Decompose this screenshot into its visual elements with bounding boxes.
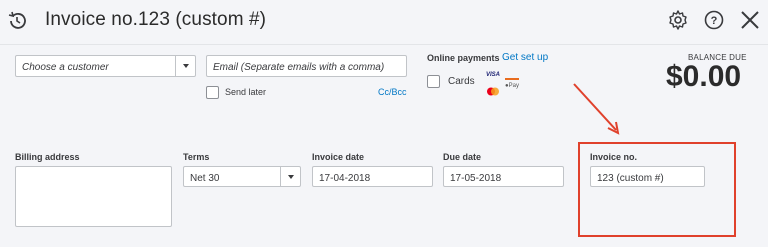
page-title: Invoice no.123 (custom #)	[45, 9, 267, 30]
clock-history-icon[interactable]	[6, 10, 28, 32]
gear-icon[interactable]	[667, 9, 689, 31]
visa-icon: VISA	[486, 72, 501, 78]
invoice-form: Choose a customer Email (Separate emails…	[0, 45, 768, 247]
terms-label: Terms	[183, 152, 210, 162]
close-icon[interactable]	[739, 9, 761, 31]
invoice-date-field[interactable]: 17-04-2018	[312, 166, 433, 187]
invoice-no-label: Invoice no.	[590, 152, 638, 162]
balance-due-amount: $0.00	[666, 60, 742, 93]
customer-placeholder: Choose a customer	[22, 62, 109, 73]
online-payments-label: Online payments	[427, 53, 500, 63]
due-date-label: Due date	[443, 152, 482, 162]
due-date-field[interactable]: 17-05-2018	[443, 166, 564, 187]
invoice-date-label: Invoice date	[312, 152, 365, 162]
invoice-header: Invoice no.123 (custom #) ?	[0, 0, 768, 45]
invoice-no-field[interactable]: 123 (custom #)	[590, 166, 705, 187]
terms-value: Net 30	[190, 173, 220, 184]
mastercard-icon	[486, 83, 500, 96]
billing-address-label: Billing address	[15, 152, 80, 162]
send-later-label: Send later	[225, 87, 267, 97]
send-later-checkbox[interactable]	[206, 86, 219, 99]
help-circle-icon[interactable]: ?	[703, 9, 725, 31]
terms-select[interactable]: Net 30	[183, 166, 301, 187]
cards-checkbox[interactable]	[427, 75, 440, 88]
customer-select[interactable]: Choose a customer	[15, 55, 196, 77]
invoice-no-value: 123 (custom #)	[597, 173, 664, 184]
apple-pay-icon: ●Pay	[505, 83, 519, 89]
svg-text:?: ?	[711, 15, 718, 27]
chevron-down-icon[interactable]	[175, 56, 195, 76]
email-placeholder: Email (Separate emails with a comma)	[213, 62, 385, 73]
get-set-up-link[interactable]: Get set up	[502, 52, 548, 63]
email-field[interactable]: Email (Separate emails with a comma)	[206, 55, 407, 77]
chevron-down-icon[interactable]	[280, 167, 300, 186]
discover-icon	[505, 72, 519, 80]
due-date-value: 17-05-2018	[450, 173, 502, 184]
invoice-date-value: 17-04-2018	[319, 173, 371, 184]
cc-bcc-link[interactable]: Cc/Bcc	[378, 87, 407, 97]
arrow-annotation-icon	[573, 83, 620, 135]
billing-address-field[interactable]	[15, 166, 172, 227]
cards-label: Cards	[448, 76, 475, 87]
